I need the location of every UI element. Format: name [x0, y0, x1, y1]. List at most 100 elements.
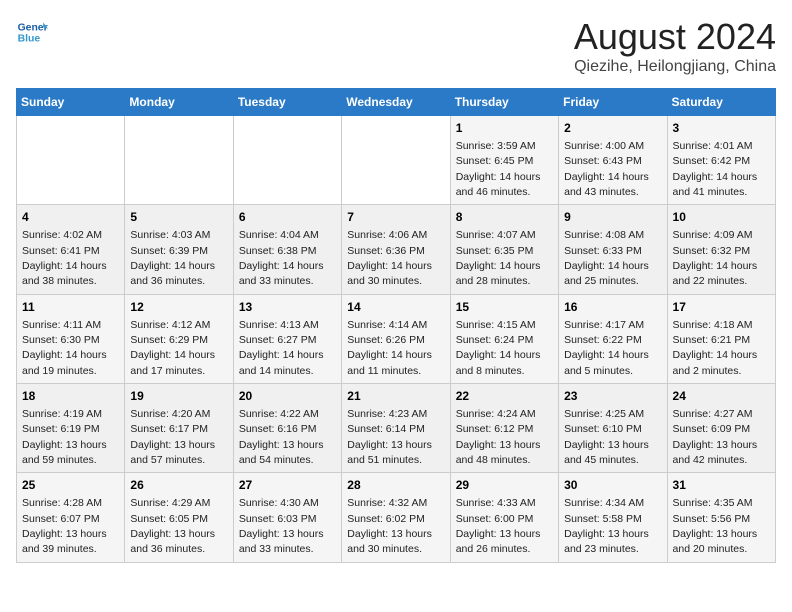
- day-number: 25: [22, 477, 119, 494]
- weekday-header-tuesday: Tuesday: [233, 89, 341, 116]
- day-info: Sunrise: 4:00 AM Sunset: 6:43 PM Dayligh…: [564, 140, 649, 198]
- calendar-cell: 28 Sunrise: 4:32 AM Sunset: 6:02 PM Dayli…: [342, 473, 450, 562]
- calendar-cell: 23 Sunrise: 4:25 AM Sunset: 6:10 PM Dayli…: [559, 384, 667, 473]
- day-number: 9: [564, 209, 661, 226]
- calendar-cell: 25 Sunrise: 4:28 AM Sunset: 6:07 PM Dayli…: [17, 473, 125, 562]
- calendar-cell: 6Sunrise: 4:04 AM Sunset: 6:38 PM Daylig…: [233, 205, 341, 294]
- day-number: 10: [673, 209, 770, 226]
- calendar-cell: 1 Sunrise: 3:59 AM Sunset: 6:45 PM Daylig…: [450, 116, 558, 205]
- day-number: 8: [456, 209, 553, 226]
- day-number: 12: [130, 299, 227, 316]
- day-info: Sunrise: 4:30 AM Sunset: 6:03 PM Dayligh…: [239, 497, 324, 555]
- day-number: 17: [673, 299, 770, 316]
- day-number: 19: [130, 388, 227, 405]
- weekday-header-monday: Monday: [125, 89, 233, 116]
- day-number: 7: [347, 209, 444, 226]
- day-number: 16: [564, 299, 661, 316]
- day-number: 29: [456, 477, 553, 494]
- logo: General Blue: [16, 16, 48, 48]
- day-info: Sunrise: 4:09 AM Sunset: 6:32 PM Dayligh…: [673, 229, 758, 287]
- day-number: 28: [347, 477, 444, 494]
- day-info: Sunrise: 4:25 AM Sunset: 6:10 PM Dayligh…: [564, 408, 649, 466]
- day-number: 24: [673, 388, 770, 405]
- calendar-cell: 20Sunrise: 4:22 AM Sunset: 6:16 PM Dayli…: [233, 384, 341, 473]
- calendar-week-row: 18 Sunrise: 4:19 AM Sunset: 6:19 PM Dayli…: [17, 384, 776, 473]
- day-info: Sunrise: 4:06 AM Sunset: 6:36 PM Dayligh…: [347, 229, 432, 287]
- day-info: Sunrise: 4:24 AM Sunset: 6:12 PM Dayligh…: [456, 408, 541, 466]
- day-info: Sunrise: 4:07 AM Sunset: 6:35 PM Dayligh…: [456, 229, 541, 287]
- calendar-cell: [125, 116, 233, 205]
- calendar-cell: 14Sunrise: 4:14 AM Sunset: 6:26 PM Dayli…: [342, 294, 450, 383]
- day-info: Sunrise: 4:35 AM Sunset: 5:56 PM Dayligh…: [673, 497, 758, 555]
- day-info: Sunrise: 4:11 AM Sunset: 6:30 PM Dayligh…: [22, 319, 107, 377]
- day-info: Sunrise: 4:32 AM Sunset: 6:02 PM Dayligh…: [347, 497, 432, 555]
- calendar-cell: 2Sunrise: 4:00 AM Sunset: 6:43 PM Daylig…: [559, 116, 667, 205]
- calendar-cell: 31 Sunrise: 4:35 AM Sunset: 5:56 PM Dayli…: [667, 473, 775, 562]
- day-info: Sunrise: 4:17 AM Sunset: 6:22 PM Dayligh…: [564, 319, 649, 377]
- day-info: Sunrise: 4:34 AM Sunset: 5:58 PM Dayligh…: [564, 497, 649, 555]
- calendar-cell: 4Sunrise: 4:02 AM Sunset: 6:41 PM Daylig…: [17, 205, 125, 294]
- calendar-week-row: 11 Sunrise: 4:11 AM Sunset: 6:30 PM Dayli…: [17, 294, 776, 383]
- calendar-cell: 24 Sunrise: 4:27 AM Sunset: 6:09 PM Dayli…: [667, 384, 775, 473]
- day-number: 3: [673, 120, 770, 137]
- day-info: Sunrise: 4:28 AM Sunset: 6:07 PM Dayligh…: [22, 497, 107, 555]
- day-number: 14: [347, 299, 444, 316]
- day-info: Sunrise: 4:04 AM Sunset: 6:38 PM Dayligh…: [239, 229, 324, 287]
- day-info: Sunrise: 4:18 AM Sunset: 6:21 PM Dayligh…: [673, 319, 758, 377]
- calendar-cell: 16 Sunrise: 4:17 AM Sunset: 6:22 PM Dayli…: [559, 294, 667, 383]
- calendar-cell: 30 Sunrise: 4:34 AM Sunset: 5:58 PM Dayli…: [559, 473, 667, 562]
- calendar-cell: 5 Sunrise: 4:03 AM Sunset: 6:39 PM Daylig…: [125, 205, 233, 294]
- page-header: General Blue August 2024 Qiezihe, Heilon…: [16, 16, 776, 76]
- weekday-header-row: SundayMondayTuesdayWednesdayThursdayFrid…: [17, 89, 776, 116]
- weekday-header-saturday: Saturday: [667, 89, 775, 116]
- day-info: Sunrise: 4:08 AM Sunset: 6:33 PM Dayligh…: [564, 229, 649, 287]
- calendar-cell: 19 Sunrise: 4:20 AM Sunset: 6:17 PM Dayli…: [125, 384, 233, 473]
- day-number: 23: [564, 388, 661, 405]
- calendar-week-row: 4Sunrise: 4:02 AM Sunset: 6:41 PM Daylig…: [17, 205, 776, 294]
- weekday-header-wednesday: Wednesday: [342, 89, 450, 116]
- day-info: Sunrise: 3:59 AM Sunset: 6:45 PM Dayligh…: [456, 140, 541, 198]
- calendar-cell: [342, 116, 450, 205]
- calendar-cell: 21 Sunrise: 4:23 AM Sunset: 6:14 PM Dayli…: [342, 384, 450, 473]
- day-number: 21: [347, 388, 444, 405]
- calendar-cell: 10 Sunrise: 4:09 AM Sunset: 6:32 PM Dayli…: [667, 205, 775, 294]
- calendar-cell: 13Sunrise: 4:13 AM Sunset: 6:27 PM Dayli…: [233, 294, 341, 383]
- day-number: 13: [239, 299, 336, 316]
- calendar-cell: 7 Sunrise: 4:06 AM Sunset: 6:36 PM Daylig…: [342, 205, 450, 294]
- day-info: Sunrise: 4:03 AM Sunset: 6:39 PM Dayligh…: [130, 229, 215, 287]
- calendar-cell: 26 Sunrise: 4:29 AM Sunset: 6:05 PM Dayli…: [125, 473, 233, 562]
- day-info: Sunrise: 4:27 AM Sunset: 6:09 PM Dayligh…: [673, 408, 758, 466]
- day-number: 5: [130, 209, 227, 226]
- day-info: Sunrise: 4:22 AM Sunset: 6:16 PM Dayligh…: [239, 408, 324, 466]
- month-year-title: August 2024: [574, 16, 776, 58]
- calendar-cell: 15Sunrise: 4:15 AM Sunset: 6:24 PM Dayli…: [450, 294, 558, 383]
- day-number: 31: [673, 477, 770, 494]
- day-number: 26: [130, 477, 227, 494]
- weekday-header-sunday: Sunday: [17, 89, 125, 116]
- calendar-cell: 18 Sunrise: 4:19 AM Sunset: 6:19 PM Dayli…: [17, 384, 125, 473]
- logo-icon: General Blue: [16, 16, 48, 48]
- day-number: 18: [22, 388, 119, 405]
- calendar-cell: 17 Sunrise: 4:18 AM Sunset: 6:21 PM Dayli…: [667, 294, 775, 383]
- calendar-week-row: 25 Sunrise: 4:28 AM Sunset: 6:07 PM Dayli…: [17, 473, 776, 562]
- calendar-cell: 11 Sunrise: 4:11 AM Sunset: 6:30 PM Dayli…: [17, 294, 125, 383]
- svg-text:Blue: Blue: [18, 34, 41, 45]
- day-number: 11: [22, 299, 119, 316]
- calendar-cell: 29Sunrise: 4:33 AM Sunset: 6:00 PM Dayli…: [450, 473, 558, 562]
- day-number: 1: [456, 120, 553, 137]
- day-info: Sunrise: 4:20 AM Sunset: 6:17 PM Dayligh…: [130, 408, 215, 466]
- title-block: August 2024 Qiezihe, Heilongjiang, China: [574, 16, 776, 76]
- day-number: 27: [239, 477, 336, 494]
- day-info: Sunrise: 4:29 AM Sunset: 6:05 PM Dayligh…: [130, 497, 215, 555]
- day-info: Sunrise: 4:23 AM Sunset: 6:14 PM Dayligh…: [347, 408, 432, 466]
- weekday-header-thursday: Thursday: [450, 89, 558, 116]
- day-info: Sunrise: 4:15 AM Sunset: 6:24 PM Dayligh…: [456, 319, 541, 377]
- day-info: Sunrise: 4:12 AM Sunset: 6:29 PM Dayligh…: [130, 319, 215, 377]
- day-number: 22: [456, 388, 553, 405]
- day-info: Sunrise: 4:01 AM Sunset: 6:42 PM Dayligh…: [673, 140, 758, 198]
- day-info: Sunrise: 4:19 AM Sunset: 6:19 PM Dayligh…: [22, 408, 107, 466]
- day-number: 30: [564, 477, 661, 494]
- calendar-cell: 12 Sunrise: 4:12 AM Sunset: 6:29 PM Dayli…: [125, 294, 233, 383]
- day-number: 4: [22, 209, 119, 226]
- calendar-table: SundayMondayTuesdayWednesdayThursdayFrid…: [16, 88, 776, 563]
